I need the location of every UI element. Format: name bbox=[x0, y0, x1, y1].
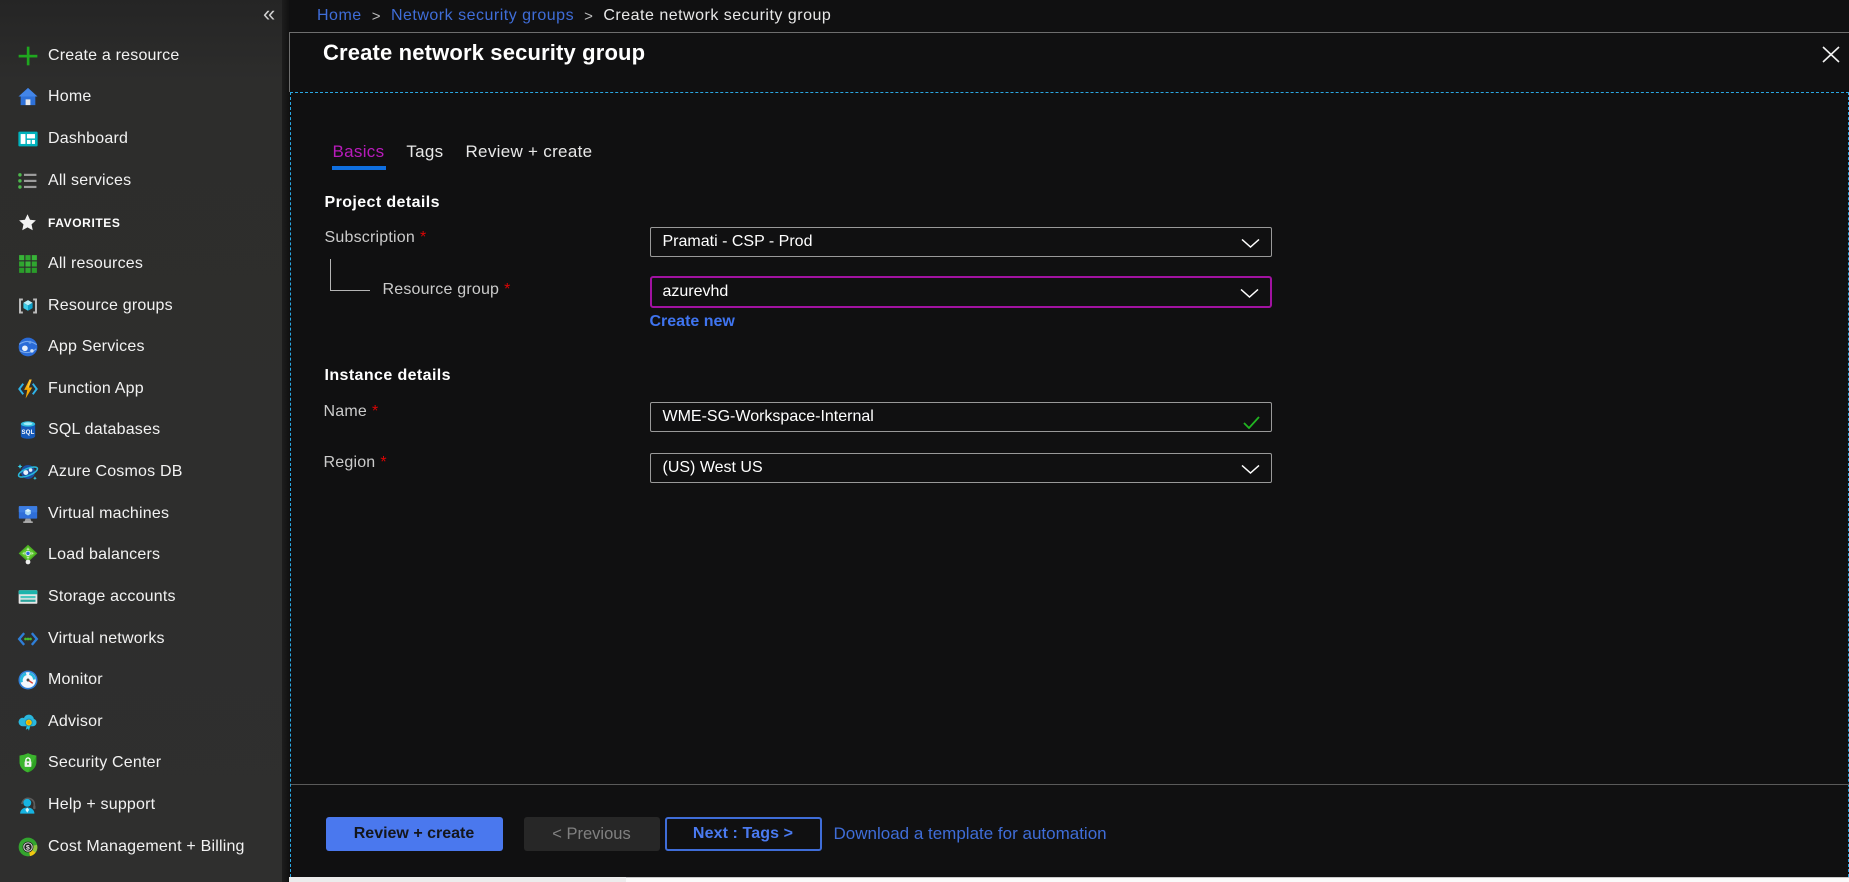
svg-text:SQL: SQL bbox=[22, 430, 35, 436]
svg-text:$: $ bbox=[26, 844, 30, 851]
